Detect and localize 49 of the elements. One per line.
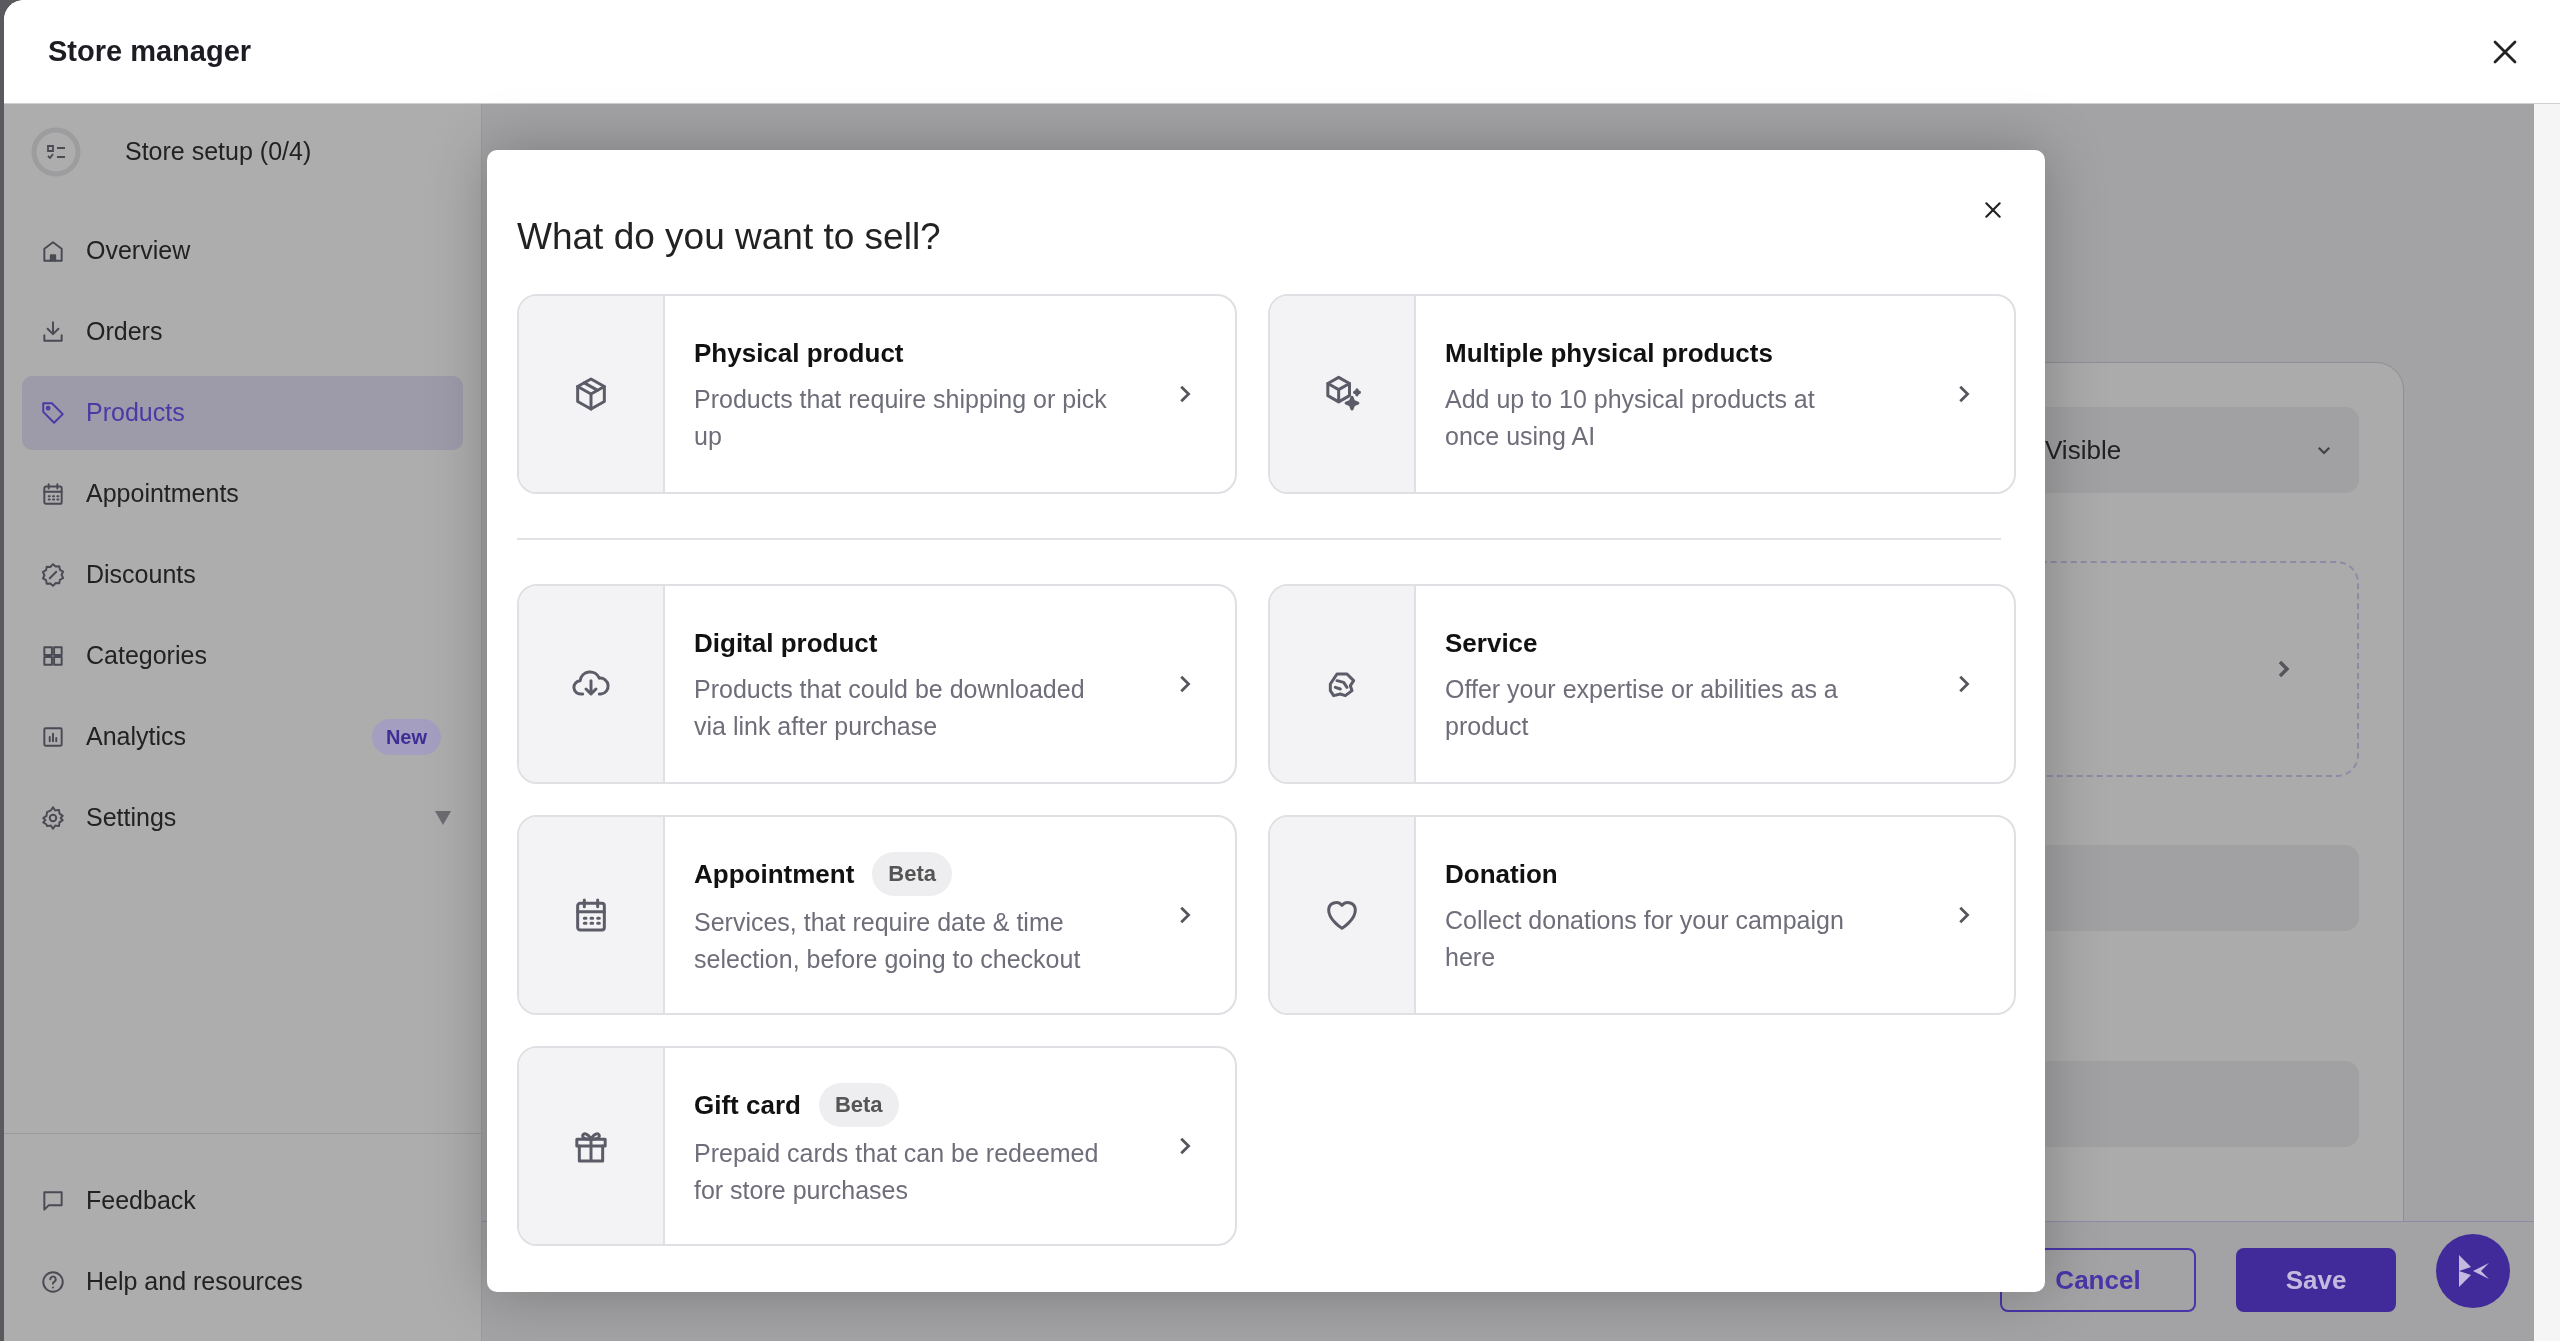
card-description: Collect donations for your campaign here bbox=[1445, 904, 1845, 973]
product-type-card[interactable]: Service Offer your expertise or abilities as a product bbox=[1268, 584, 2016, 784]
close-icon[interactable] bbox=[1983, 200, 2003, 220]
sidebar-item[interactable]: Orders bbox=[22, 295, 463, 369]
settings-icon bbox=[40, 805, 66, 831]
card-description: Products that could be downloaded via link after purchase bbox=[694, 673, 1086, 742]
grid-icon bbox=[40, 643, 66, 669]
calendar-icon bbox=[40, 481, 66, 507]
sidebar-item[interactable]: Feedback bbox=[22, 1164, 463, 1238]
beta-badge: Beta bbox=[872, 852, 952, 896]
checklist-icon bbox=[31, 127, 81, 177]
sidebar-item[interactable]: Help and resources bbox=[22, 1245, 463, 1319]
card-description: Prepaid cards that can be redeemed for store purchases bbox=[694, 1138, 1100, 1206]
product-type-card[interactable]: Appointment Beta Services, that require date & time selection, before going to checkout bbox=[517, 815, 1237, 1015]
card-description: Services, that require date & time selection, before going to checkout bbox=[694, 907, 1082, 975]
dialog-title: What do you want to sell? bbox=[517, 215, 941, 259]
bar-chart-icon bbox=[40, 724, 66, 750]
sidebar-item[interactable]: Settings bbox=[22, 781, 463, 855]
card-title: Multiple physical products bbox=[1445, 336, 1773, 370]
sidebar-item[interactable]: Appointments bbox=[22, 457, 463, 531]
card-title: Digital product bbox=[694, 626, 878, 660]
discount-badge-icon bbox=[40, 562, 66, 588]
product-type-card[interactable]: Gift card Beta Prepaid cards that can be redeemed for store purchases bbox=[517, 1046, 1237, 1246]
tag-icon bbox=[40, 400, 66, 426]
save-button[interactable]: Save bbox=[2236, 1248, 2396, 1312]
product-type-card[interactable]: Digital product Products that could be downloaded via link after purchase bbox=[517, 584, 1237, 784]
window-title: Store manager bbox=[48, 33, 252, 69]
beta-badge: Beta bbox=[818, 1083, 899, 1127]
help-icon bbox=[40, 1269, 66, 1295]
sidebar-item[interactable]: Overview bbox=[22, 214, 463, 288]
card-description: Add up to 10 physical products at once using AI bbox=[1445, 383, 1816, 452]
sidebar-item[interactable]: Discounts bbox=[22, 538, 463, 612]
new-badge: New bbox=[371, 719, 441, 755]
speech-bubble-icon bbox=[40, 1188, 66, 1214]
product-type-card[interactable]: Multiple physical products Add up to 10 physical products at once using AI bbox=[1268, 294, 2016, 494]
card-title: Gift card bbox=[694, 1088, 801, 1122]
download-icon bbox=[40, 319, 66, 345]
house-icon bbox=[40, 238, 66, 264]
card-title: Physical product bbox=[694, 336, 904, 370]
sidebar-item[interactable]: Analytics New bbox=[22, 700, 463, 774]
card-title: Service bbox=[1445, 626, 1538, 660]
card-title: Donation bbox=[1445, 857, 1558, 891]
card-title: Appointment bbox=[694, 857, 855, 891]
product-type-card[interactable]: Physical product Products that require shipping or pick up bbox=[517, 294, 1237, 494]
card-description: Offer your expertise or abilities as a product bbox=[1445, 673, 1839, 742]
store-setup-link[interactable]: Store setup (0/4) bbox=[125, 133, 312, 171]
product-type-card[interactable]: Donation Collect donations for your campaign here bbox=[1268, 815, 2016, 1015]
card-description: Products that require shipping or pick up bbox=[694, 383, 1108, 452]
sidebar-item[interactable]: Categories bbox=[22, 619, 463, 693]
